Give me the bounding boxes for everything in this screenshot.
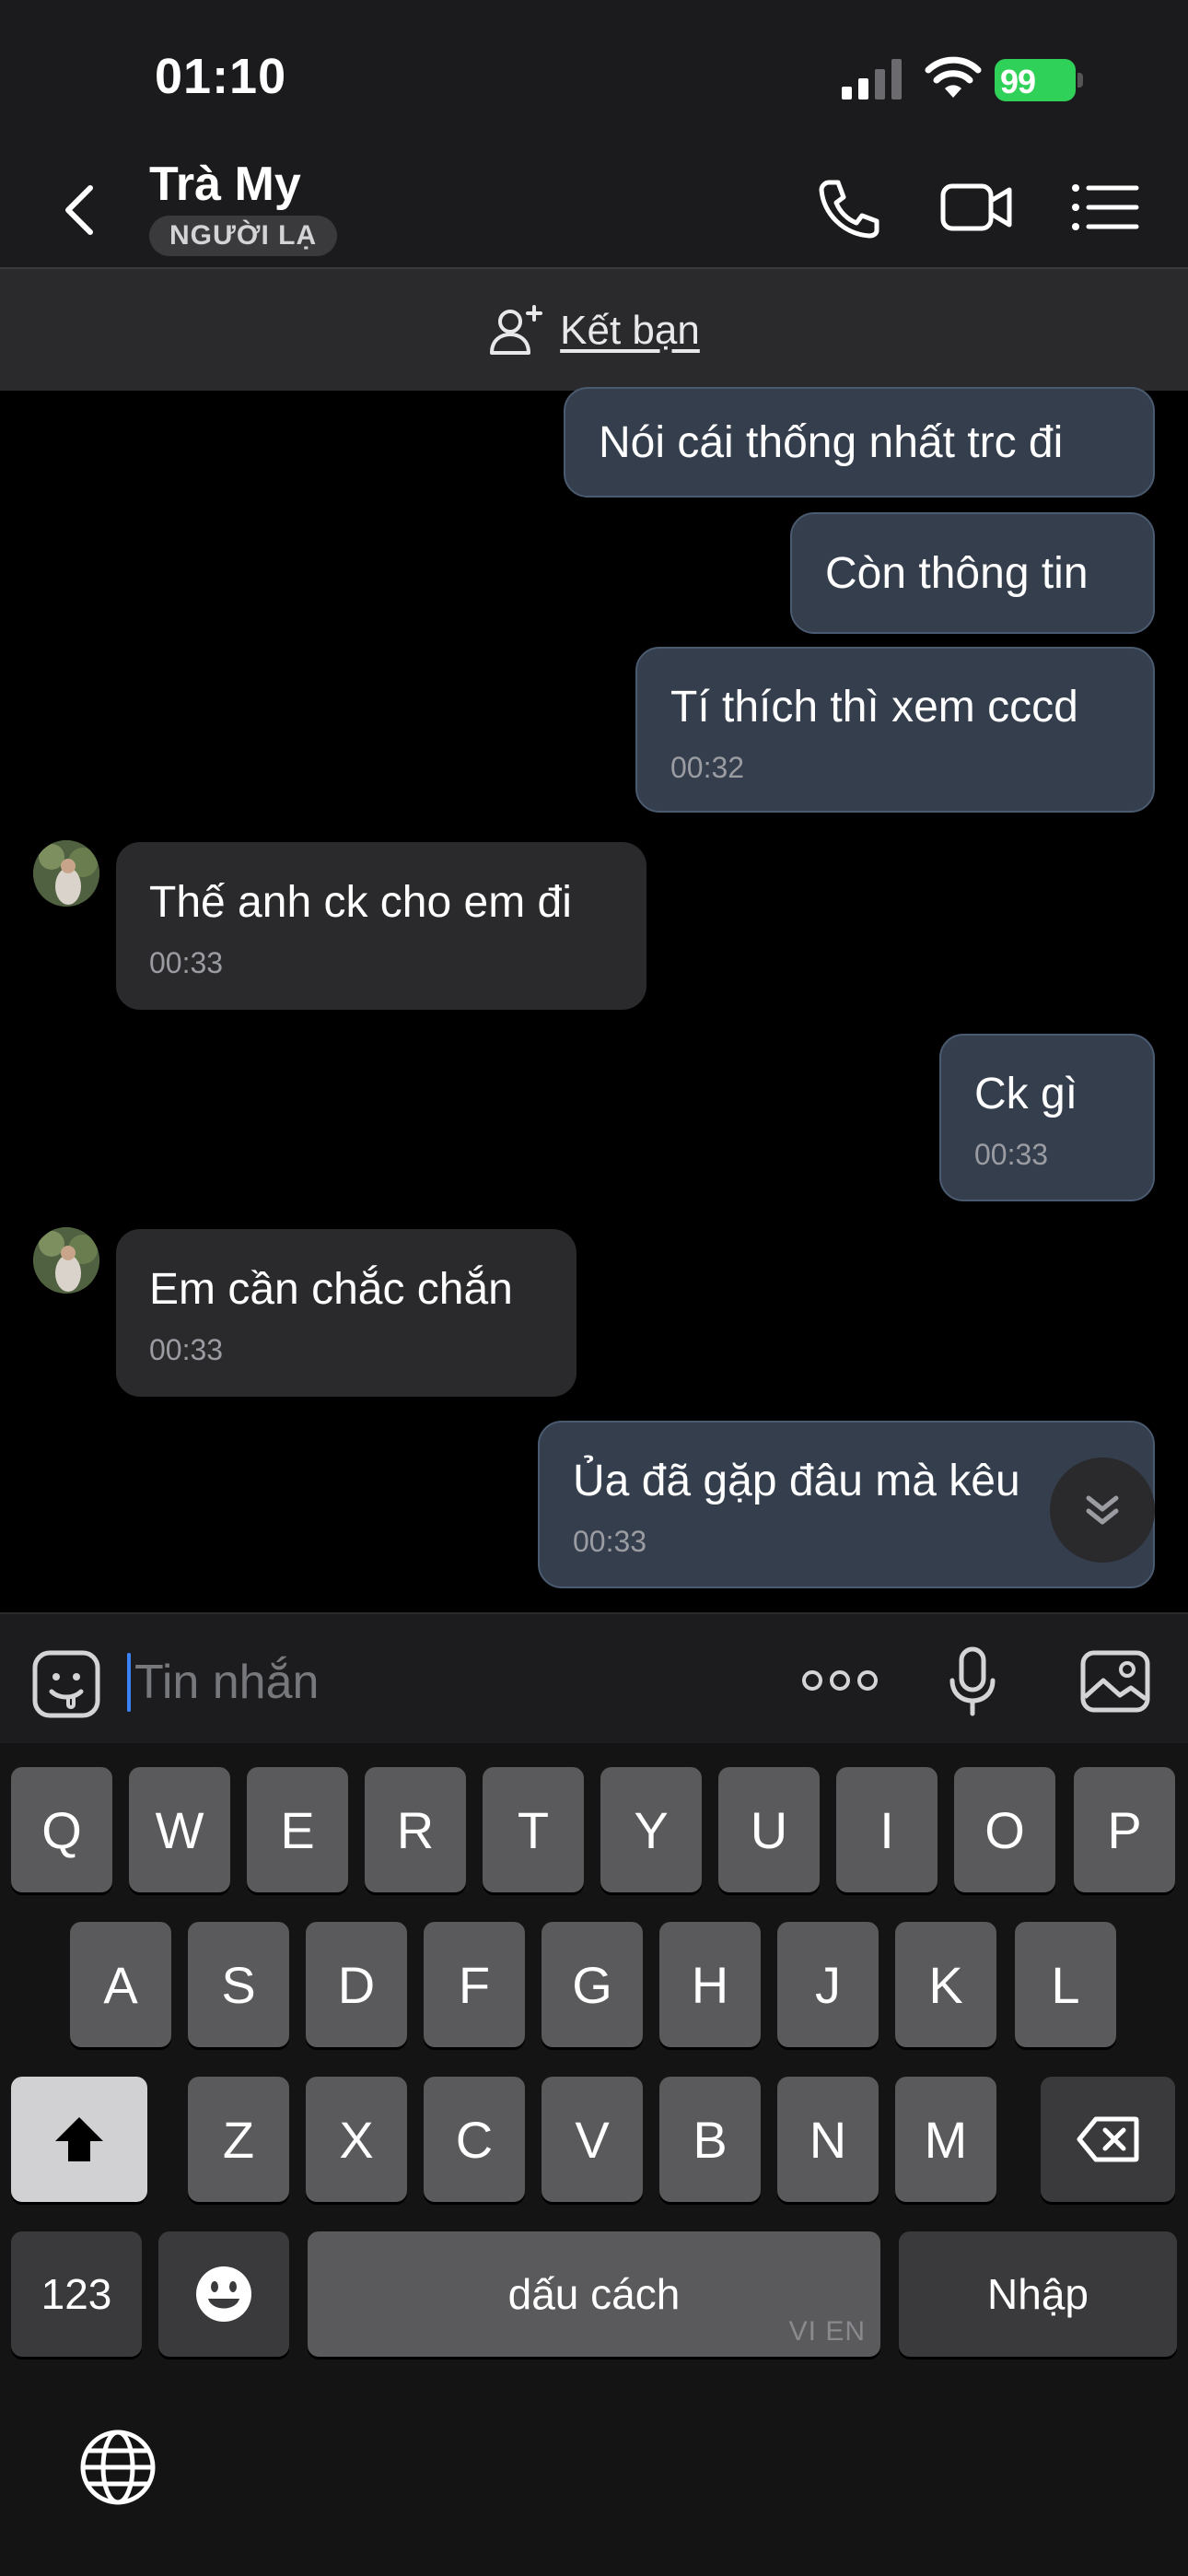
key-u[interactable]: U <box>718 1767 820 1892</box>
message-bubble-outgoing[interactable]: Nói cái thống nhất trc đi <box>564 387 1155 498</box>
key-a[interactable]: A <box>70 1922 171 2047</box>
space-key[interactable]: dấu cách VI EN <box>308 2231 880 2357</box>
more-options-icon[interactable] <box>801 1662 879 1699</box>
avatar-photo <box>33 840 99 907</box>
key-f[interactable]: F <box>424 1922 525 2047</box>
key-d[interactable]: D <box>306 1922 407 2047</box>
key-n[interactable]: N <box>777 2077 879 2202</box>
add-user-icon <box>490 305 543 355</box>
message-time: 00:32 <box>670 751 745 784</box>
key-p[interactable]: P <box>1074 1767 1175 1892</box>
key-w[interactable]: W <box>129 1767 230 1892</box>
add-friend-button[interactable]: Kết bạn <box>0 269 1188 392</box>
message-text: Em cần chắc chắn <box>149 1265 513 1314</box>
keyboard: Q W E R T Y U I O P A S D F G H J K L Z … <box>0 1743 1188 2576</box>
backspace-icon <box>1077 2116 1139 2162</box>
message-time: 00:33 <box>149 1333 224 1366</box>
key-i[interactable]: I <box>836 1767 938 1892</box>
message-text: Thế anh ck cho em đi <box>149 878 572 927</box>
shift-key[interactable] <box>11 2077 147 2202</box>
message-text: Ck gì <box>974 1070 1078 1118</box>
key-j[interactable]: J <box>777 1922 879 2047</box>
status-bar: 01:10 99 <box>0 0 1188 147</box>
message-text: Nói cái thống nhất trc đi <box>599 417 1064 467</box>
message-bubble-outgoing[interactable]: Ck gì 00:33 <box>939 1034 1155 1201</box>
status-time: 01:10 <box>155 49 287 104</box>
message-composer <box>0 1612 1188 1743</box>
key-z[interactable]: Z <box>188 2077 289 2202</box>
backspace-key[interactable] <box>1041 2077 1175 2202</box>
double-chevron-down-icon <box>1086 1495 1119 1525</box>
shift-arrow-icon <box>55 2117 103 2161</box>
space-key-label: dấu cách <box>507 2270 681 2318</box>
key-o[interactable]: O <box>954 1767 1055 1892</box>
key-t[interactable]: T <box>483 1767 584 1892</box>
battery-icon: 99 <box>995 59 1083 101</box>
emoji-smile-icon <box>196 2266 251 2322</box>
key-q[interactable]: Q <box>11 1767 112 1892</box>
message-input[interactable] <box>134 1649 761 1715</box>
add-friend-bar: Kết bạn <box>0 267 1188 391</box>
emoji-key[interactable] <box>158 2231 289 2357</box>
key-l[interactable]: L <box>1015 1922 1116 2047</box>
contact-name[interactable]: Trà My <box>149 157 301 212</box>
chat-header: Trà My NGƯỜI LẠ <box>0 147 1188 267</box>
wifi-icon <box>925 56 982 98</box>
message-text: Tí thích thì xem cccd <box>670 683 1078 732</box>
key-y[interactable]: Y <box>600 1767 702 1892</box>
enter-key[interactable]: Nhập <box>899 2231 1177 2357</box>
key-c[interactable]: C <box>424 2077 525 2202</box>
globe-icon[interactable] <box>77 2427 158 2508</box>
video-call-icon[interactable] <box>939 175 1013 240</box>
menu-list-icon[interactable] <box>1068 175 1142 240</box>
key-h[interactable]: H <box>659 1922 761 2047</box>
key-r[interactable]: R <box>365 1767 466 1892</box>
key-e[interactable]: E <box>247 1767 348 1892</box>
numbers-key[interactable]: 123 <box>11 2231 142 2357</box>
message-time: 00:33 <box>974 1138 1049 1171</box>
message-time: 00:33 <box>149 946 224 979</box>
microphone-icon[interactable] <box>949 1645 996 1719</box>
cellular-signal-icon <box>842 59 902 100</box>
sticker-emoji-icon[interactable] <box>31 1649 101 1719</box>
image-gallery-icon[interactable] <box>1079 1649 1151 1714</box>
keyboard-language-indicator: VI EN <box>788 2316 866 2347</box>
message-bubble-incoming[interactable]: Em cần chắc chắn 00:33 <box>116 1229 577 1397</box>
key-b[interactable]: B <box>659 2077 761 2202</box>
message-bubble-outgoing[interactable]: Tí thích thì xem cccd 00:32 <box>635 647 1155 813</box>
phone-icon[interactable] <box>810 175 884 240</box>
scroll-to-bottom-button[interactable] <box>1050 1458 1155 1563</box>
text-caret <box>127 1653 131 1712</box>
key-k[interactable]: K <box>895 1922 996 2047</box>
message-bubble-outgoing[interactable]: Còn thông tin <box>790 512 1155 634</box>
contact-avatar[interactable] <box>33 840 99 907</box>
key-v[interactable]: V <box>542 2077 643 2202</box>
back-chevron-icon[interactable] <box>57 182 101 238</box>
key-s[interactable]: S <box>188 1922 289 2047</box>
message-text: Còn thông tin <box>825 548 1089 598</box>
add-friend-label: Kết bạn <box>560 308 700 353</box>
message-text: Ủa đã gặp đâu mà kêu <box>573 1457 1020 1505</box>
contact-avatar[interactable] <box>33 1227 99 1294</box>
stranger-badge: NGƯỜI LẠ <box>149 216 338 256</box>
message-bubble-incoming[interactable]: Thế anh ck cho em đi 00:33 <box>116 842 646 1010</box>
key-g[interactable]: G <box>542 1922 643 2047</box>
key-m[interactable]: M <box>895 2077 996 2202</box>
avatar-photo <box>33 1227 99 1294</box>
app-root: 01:10 99 Trà My NGƯỜI LẠ Kết bạn Nói cái… <box>0 0 1188 2576</box>
message-time: 00:33 <box>573 1525 647 1558</box>
battery-level: 99 <box>1000 63 1036 100</box>
key-x[interactable]: X <box>306 2077 407 2202</box>
